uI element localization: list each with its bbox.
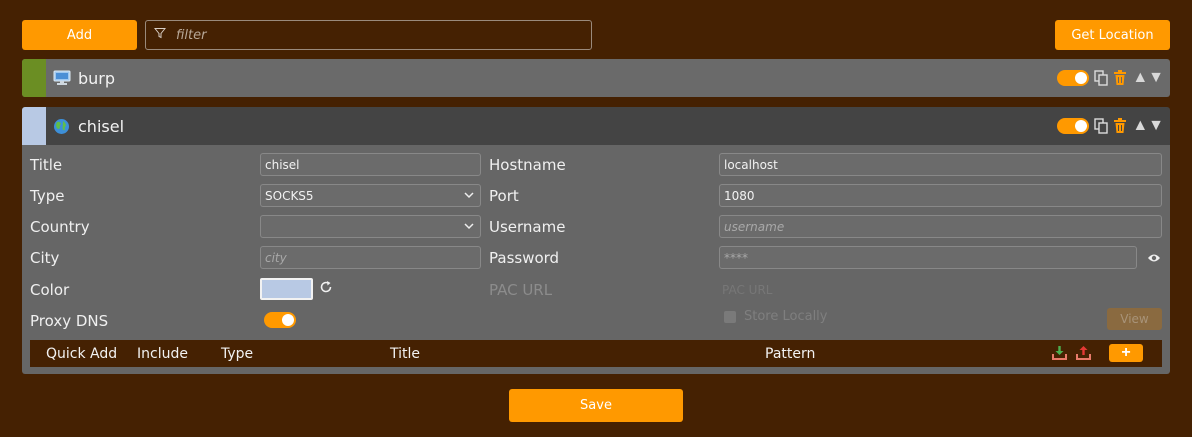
- username-input[interactable]: username: [719, 215, 1162, 238]
- proxy-title: chisel: [78, 116, 125, 136]
- enable-toggle[interactable]: [1057, 70, 1090, 86]
- type-select-value: SOCKS5: [265, 188, 314, 203]
- color-picker[interactable]: [260, 278, 313, 300]
- proxy-color-stripe: [22, 59, 46, 97]
- title-label: Title: [30, 156, 63, 174]
- eye-icon[interactable]: [1147, 251, 1161, 269]
- move-down-icon[interactable]: ▼: [1148, 118, 1164, 134]
- pattern-table-header: Quick Add Include Type Title Pattern +: [30, 340, 1162, 367]
- save-button[interactable]: Save: [509, 389, 683, 422]
- pac-url-label: PAC URL: [489, 281, 553, 299]
- color-label: Color: [30, 281, 70, 299]
- get-location-button[interactable]: Get Location: [1055, 20, 1170, 50]
- pac-url-input[interactable]: PAC URL: [722, 283, 772, 297]
- proxy-header-burp[interactable]: burp ▲ ▼: [22, 59, 1170, 97]
- type-select[interactable]: SOCKS5: [260, 184, 481, 207]
- enable-toggle[interactable]: [1057, 118, 1090, 134]
- filter-icon: [153, 26, 167, 44]
- filter-input[interactable]: [174, 26, 574, 44]
- city-input[interactable]: city: [260, 246, 481, 269]
- title-input[interactable]: chisel: [260, 153, 481, 176]
- refresh-icon[interactable]: [319, 280, 333, 299]
- port-input[interactable]: 1080: [719, 184, 1162, 207]
- checkbox-box[interactable]: [724, 310, 736, 323]
- password-label: Password: [489, 249, 560, 267]
- port-label: Port: [489, 187, 519, 205]
- duplicate-icon[interactable]: [1094, 70, 1109, 86]
- store-locally-checkbox[interactable]: Store Locally: [724, 309, 828, 324]
- proxy-dns-label: Proxy DNS: [30, 312, 109, 330]
- col-include: Include: [137, 346, 188, 362]
- country-select[interactable]: [260, 215, 481, 238]
- password-input[interactable]: ****: [719, 246, 1137, 269]
- proxy-details-panel: Title Type Country City Color Proxy DNS …: [22, 145, 1170, 374]
- move-down-icon[interactable]: ▼: [1148, 70, 1164, 86]
- globe-icon: [53, 117, 71, 135]
- add-pattern-button[interactable]: +: [1109, 344, 1143, 362]
- col-pattern: Pattern: [765, 346, 816, 362]
- col-title: Title: [390, 346, 421, 362]
- type-label: Type: [30, 187, 65, 205]
- proxy-title: burp: [78, 68, 116, 88]
- proxy-dns-toggle[interactable]: [264, 312, 296, 328]
- proxy-color-stripe: [22, 107, 46, 145]
- col-type: Type: [221, 346, 254, 362]
- chevron-down-icon: [464, 220, 474, 234]
- username-label: Username: [489, 218, 566, 236]
- city-label: City: [30, 249, 60, 267]
- col-quick-add: Quick Add: [46, 346, 118, 362]
- hostname-input[interactable]: localhost: [719, 153, 1162, 176]
- trash-icon[interactable]: [1113, 118, 1127, 134]
- move-up-icon[interactable]: ▲: [1132, 70, 1148, 86]
- add-button[interactable]: Add: [22, 20, 137, 50]
- move-up-icon[interactable]: ▲: [1132, 118, 1148, 134]
- view-button[interactable]: View: [1107, 308, 1162, 330]
- filter-box[interactable]: [145, 20, 592, 50]
- proxy-header-chisel[interactable]: chisel ▲ ▼: [22, 107, 1170, 145]
- hostname-label: Hostname: [489, 156, 566, 174]
- computer-icon: [53, 69, 71, 87]
- store-locally-label: Store Locally: [744, 309, 828, 324]
- import-icon[interactable]: [1052, 345, 1067, 366]
- chevron-down-icon: [464, 189, 474, 203]
- country-label: Country: [30, 218, 90, 236]
- export-icon[interactable]: [1076, 345, 1091, 366]
- trash-icon[interactable]: [1113, 70, 1127, 86]
- duplicate-icon[interactable]: [1094, 118, 1109, 134]
